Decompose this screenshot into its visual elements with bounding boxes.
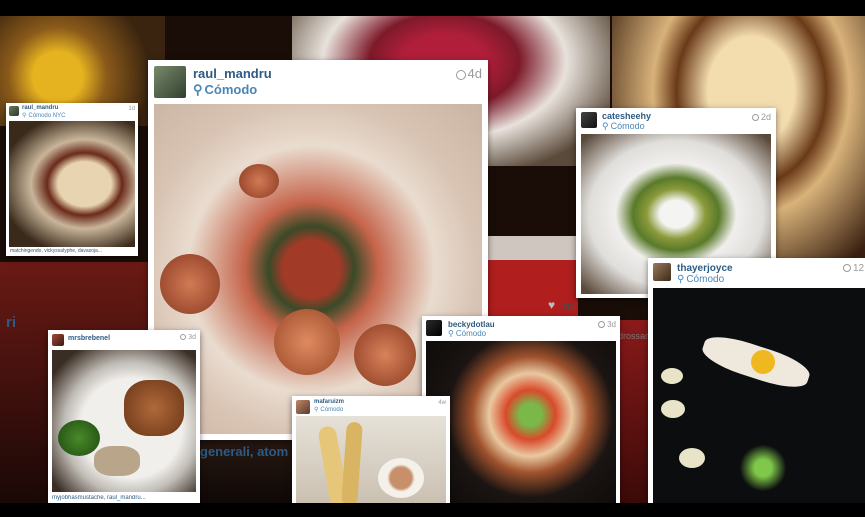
collage-stage: rc ri generali, atom drossarr ♥ raul_man…: [0, 0, 865, 517]
post-photo-wrap[interactable]: [9, 121, 135, 247]
microgreens: [733, 438, 793, 498]
post-username[interactable]: beckydotlau: [448, 320, 495, 329]
post-photo-plantains[interactable]: [296, 416, 446, 507]
avatar: [581, 112, 597, 128]
clock-icon: [751, 114, 759, 122]
sauce-dot: [661, 368, 683, 384]
post-age-text: 4w: [438, 400, 446, 406]
pin-icon: ⚲: [448, 329, 454, 338]
post-location[interactable]: ⚲ Cómodo: [314, 406, 343, 413]
post-location-text: Cómodo: [455, 329, 487, 338]
post-card-mrsbrebenel[interactable]: mrsbrebenel 3d myjobhasmustache, raul_ma…: [48, 330, 200, 505]
letterbox-top: [0, 0, 865, 16]
post-username[interactable]: mrsbrebenel: [68, 335, 110, 342]
post-location-text: Cómodo: [610, 121, 645, 131]
post-username[interactable]: thayerjoyce: [677, 263, 733, 274]
post-age-text: 12: [853, 263, 865, 274]
post-age-text: 3d: [188, 334, 196, 341]
letterbox-bottom: [0, 503, 865, 517]
post-photo-skillet[interactable]: [426, 341, 616, 505]
pork-chop: [124, 380, 184, 436]
clock-icon: [180, 334, 187, 341]
post-age: 3d: [598, 320, 616, 329]
post-location-text: Cómodo: [686, 274, 725, 285]
post-location-text: Cómodo: [204, 82, 258, 97]
avatar: [653, 263, 671, 281]
post-age-text: 4d: [467, 66, 482, 81]
post-username[interactable]: raul_mandru: [22, 105, 58, 111]
scallop: [160, 254, 220, 314]
pin-icon: ⚲: [677, 274, 685, 285]
post-location[interactable]: ⚲ Cómodo NYC: [22, 112, 65, 119]
plantain: [341, 421, 363, 507]
yellow-garnish: [751, 350, 775, 374]
post-age-text: 3d: [607, 320, 616, 329]
mushrooms: [94, 446, 140, 476]
post-tags: matchingendo, vickyssalyphe, davasoja...: [10, 248, 102, 254]
post-username[interactable]: catesheehy: [602, 111, 651, 121]
clock-icon: [455, 69, 466, 80]
post-username[interactable]: mafaruizm: [314, 399, 344, 405]
post-location[interactable]: ⚲ Cómodo: [193, 82, 257, 98]
sauce-dot: [661, 400, 685, 418]
scallop: [239, 164, 279, 198]
scallop: [354, 324, 416, 386]
caption-fragment-ri: ri: [6, 314, 17, 331]
broccoli: [58, 420, 100, 456]
post-age-text: 2d: [760, 112, 771, 122]
clock-icon: [843, 264, 851, 273]
post-age: 4d: [455, 66, 482, 81]
scallop: [274, 309, 340, 375]
caption-fragment-drossarr: drossarr: [618, 331, 652, 341]
post-age: 4w: [438, 400, 446, 406]
pin-icon: ⚲: [602, 121, 609, 131]
post-location[interactable]: ⚲ Cómodo: [448, 329, 486, 338]
avatar: [296, 400, 310, 414]
post-age: 3d: [180, 334, 196, 341]
clock-icon: [598, 321, 606, 329]
pin-icon: ⚲: [314, 407, 319, 413]
pin-icon: ⚲: [193, 82, 203, 97]
post-age-text: 1d: [128, 106, 135, 112]
avatar: [426, 320, 442, 336]
post-age: 2d: [751, 112, 771, 122]
post-location[interactable]: ⚲ Cómodo: [602, 121, 645, 132]
post-age: 1d: [128, 106, 135, 112]
post-location[interactable]: ⚲ Cómodo: [677, 274, 724, 285]
pin-icon: ⚲: [22, 113, 27, 119]
post-photo-dark-plate[interactable]: [653, 288, 865, 506]
post-location-text: Cómodo: [320, 407, 344, 413]
dip-cup: [378, 458, 424, 498]
avatar: [9, 106, 19, 116]
caption-fragment-generali: generali, atom: [200, 444, 289, 459]
post-card-raul-small[interactable]: raul_mandru ⚲ Cómodo NYC 1d matchingendo,…: [6, 103, 138, 256]
post-location-text: Cómodo NYC: [28, 113, 66, 119]
caption-fragment-rc: rc: [562, 298, 575, 313]
post-card-thayerjoyce[interactable]: thayerjoyce ⚲ Cómodo 12: [648, 258, 865, 508]
heart-icon: ♥: [548, 298, 556, 312]
post-card-mafaruizm[interactable]: mafaruizm ⚲ Cómodo 4w: [292, 396, 450, 507]
post-username[interactable]: raul_mandru: [193, 66, 272, 81]
post-age: 12: [843, 263, 864, 274]
post-tags: myjobhasmustache, raul_mandru...: [52, 495, 146, 501]
avatar: [52, 334, 64, 346]
sauce-dot: [679, 448, 705, 468]
avatar: [154, 66, 186, 98]
post-photo-steak[interactable]: [52, 350, 196, 492]
post-card-beckydotlau[interactable]: beckydotlau ⚲ Cómodo 3d: [422, 316, 620, 505]
